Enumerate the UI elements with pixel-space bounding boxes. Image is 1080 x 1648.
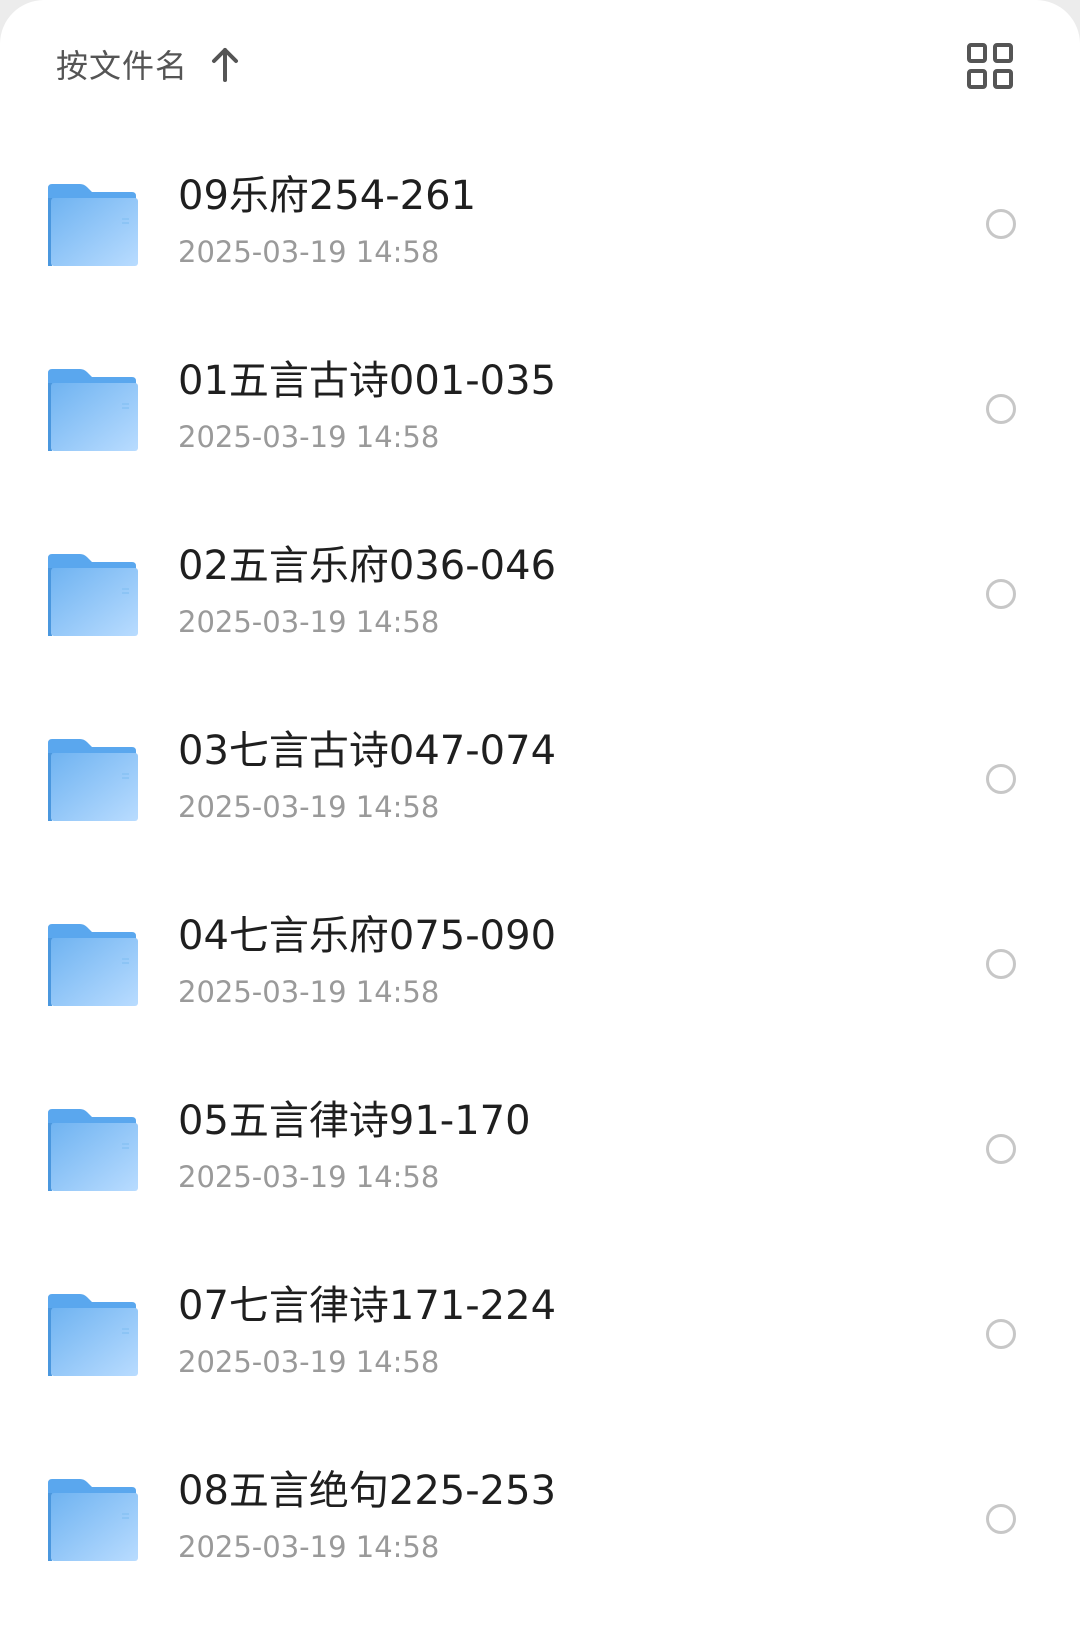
file-date: 2025-03-19 14:58 — [178, 1160, 440, 1194]
select-checkbox[interactable] — [986, 1319, 1016, 1349]
folder-icon — [48, 184, 138, 266]
file-date: 2025-03-19 14:58 — [178, 420, 440, 454]
folder-icon — [48, 369, 138, 451]
list-item[interactable]: 01五言古诗001-035 2025-03-19 14:58 — [0, 315, 1080, 500]
file-date: 2025-03-19 14:58 — [178, 1530, 440, 1564]
grid-view-icon[interactable] — [966, 42, 1014, 90]
list-item[interactable]: 09乐府254-261 2025-03-19 14:58 — [0, 130, 1080, 315]
file-name: 03七言古诗047-074 — [178, 728, 557, 774]
select-checkbox[interactable] — [986, 764, 1016, 794]
folder-icon — [48, 924, 138, 1006]
list-header: 按文件名 — [0, 0, 1080, 130]
file-name: 08五言绝句225-253 — [178, 1468, 557, 1514]
select-checkbox[interactable] — [986, 579, 1016, 609]
file-name: 02五言乐府036-046 — [178, 543, 557, 589]
file-name: 04七言乐府075-090 — [178, 913, 557, 959]
folder-icon — [48, 1294, 138, 1376]
file-date: 2025-03-19 14:58 — [178, 975, 440, 1009]
file-date: 2025-03-19 14:58 — [178, 1345, 440, 1379]
file-name: 07七言律诗171-224 — [178, 1283, 557, 1329]
sort-label: 按文件名 — [56, 47, 189, 85]
select-checkbox[interactable] — [986, 1134, 1016, 1164]
file-name: 01五言古诗001-035 — [178, 358, 557, 404]
file-list-sheet: 按文件名 09乐府254-261 2025-03-19 14:58 01五言古诗… — [0, 0, 1080, 1648]
folder-icon — [48, 1109, 138, 1191]
folder-icon — [48, 739, 138, 821]
list-item[interactable]: 08五言绝句225-253 2025-03-19 14:58 — [0, 1425, 1080, 1610]
file-date: 2025-03-19 14:58 — [178, 790, 440, 824]
list-item[interactable]: 03七言古诗047-074 2025-03-19 14:58 — [0, 685, 1080, 870]
file-date: 2025-03-19 14:58 — [178, 235, 440, 269]
file-name: 09乐府254-261 — [178, 173, 477, 219]
list-item[interactable]: 02五言乐府036-046 2025-03-19 14:58 — [0, 500, 1080, 685]
list-item[interactable]: 07七言律诗171-224 2025-03-19 14:58 — [0, 1240, 1080, 1425]
folder-icon — [48, 1479, 138, 1561]
folder-icon — [48, 554, 138, 636]
file-date: 2025-03-19 14:58 — [178, 605, 440, 639]
select-checkbox[interactable] — [986, 949, 1016, 979]
list-item[interactable]: 05五言律诗91-170 2025-03-19 14:58 — [0, 1055, 1080, 1240]
sort-by-name-button[interactable]: 按文件名 — [56, 38, 240, 90]
list-item[interactable]: 04七言乐府075-090 2025-03-19 14:58 — [0, 870, 1080, 1055]
file-name: 05五言律诗91-170 — [178, 1098, 531, 1144]
arrow-up-icon — [212, 48, 239, 82]
select-checkbox[interactable] — [986, 1504, 1016, 1534]
select-checkbox[interactable] — [986, 209, 1016, 239]
select-checkbox[interactable] — [986, 394, 1016, 424]
